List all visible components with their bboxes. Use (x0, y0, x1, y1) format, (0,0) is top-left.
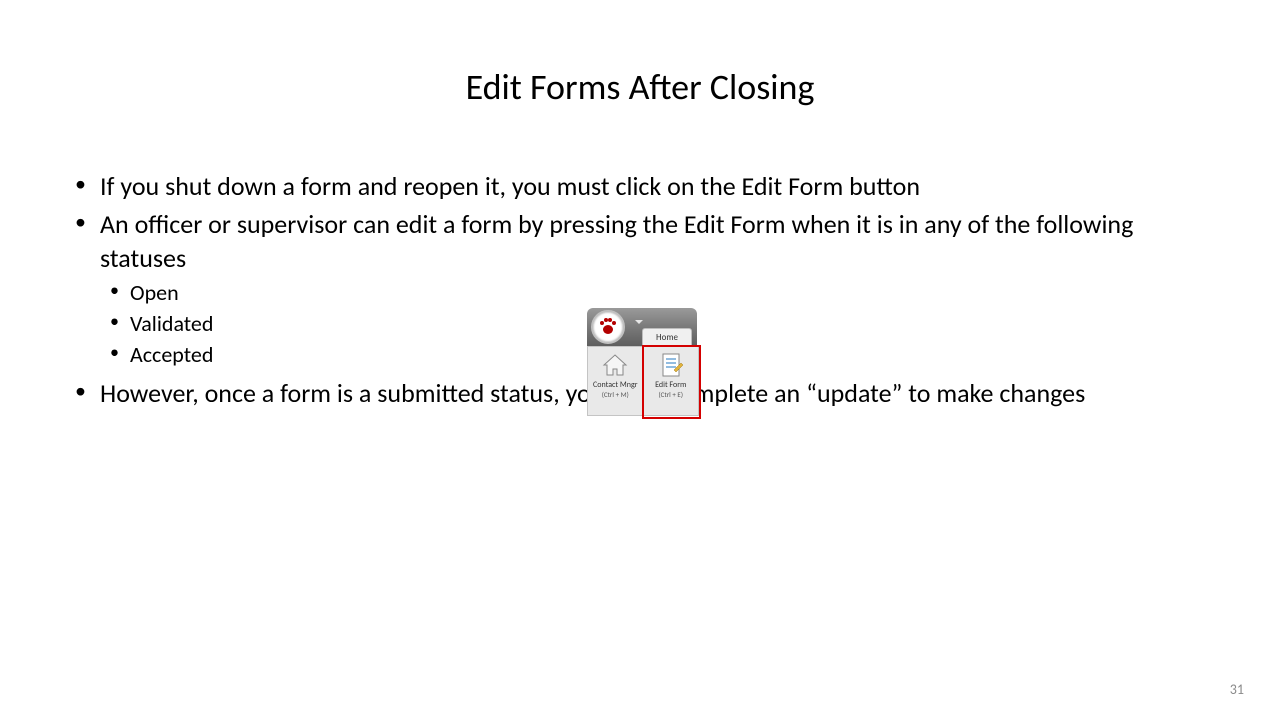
paw-icon (599, 318, 617, 336)
sub-bullet-text: Validated (130, 310, 213, 337)
bullet-item: If you shut down a form and reopen it, y… (65, 170, 1215, 204)
ribbon-screenshot: Home Contact Mngr (Ctrl + M) (587, 308, 697, 414)
ribbon-titlebar: Home (587, 308, 697, 346)
sub-bullet-text: Open (130, 279, 179, 306)
contact-mngr-button[interactable]: Contact Mngr (Ctrl + M) (588, 347, 643, 415)
slide: Edit Forms After Closing If you shut dow… (0, 0, 1280, 720)
sub-bullet-item: Open (100, 279, 1215, 308)
tab-home[interactable]: Home (642, 328, 692, 348)
sub-bullet-text: Accepted (130, 341, 213, 368)
edit-form-button[interactable]: Edit Form (Ctrl + E) (643, 347, 699, 415)
chevron-down-icon (634, 317, 644, 327)
app-menu-button[interactable] (591, 310, 625, 344)
button-label: Contact Mngr (593, 381, 638, 390)
ribbon-body: Contact Mngr (Ctrl + M) Edit Form (Ctrl … (587, 346, 699, 416)
house-icon (601, 351, 629, 379)
form-edit-icon (657, 351, 685, 379)
button-label: Edit Form (655, 381, 686, 390)
button-shortcut: (Ctrl + E) (659, 390, 683, 399)
button-shortcut: (Ctrl + M) (602, 390, 629, 399)
slide-title: Edit Forms After Closing (0, 65, 1280, 109)
bullet-text: If you shut down a form and reopen it, y… (100, 170, 920, 202)
page-number: 31 (1230, 681, 1244, 698)
bullet-text: An officer or supervisor can edit a form… (100, 208, 1133, 274)
